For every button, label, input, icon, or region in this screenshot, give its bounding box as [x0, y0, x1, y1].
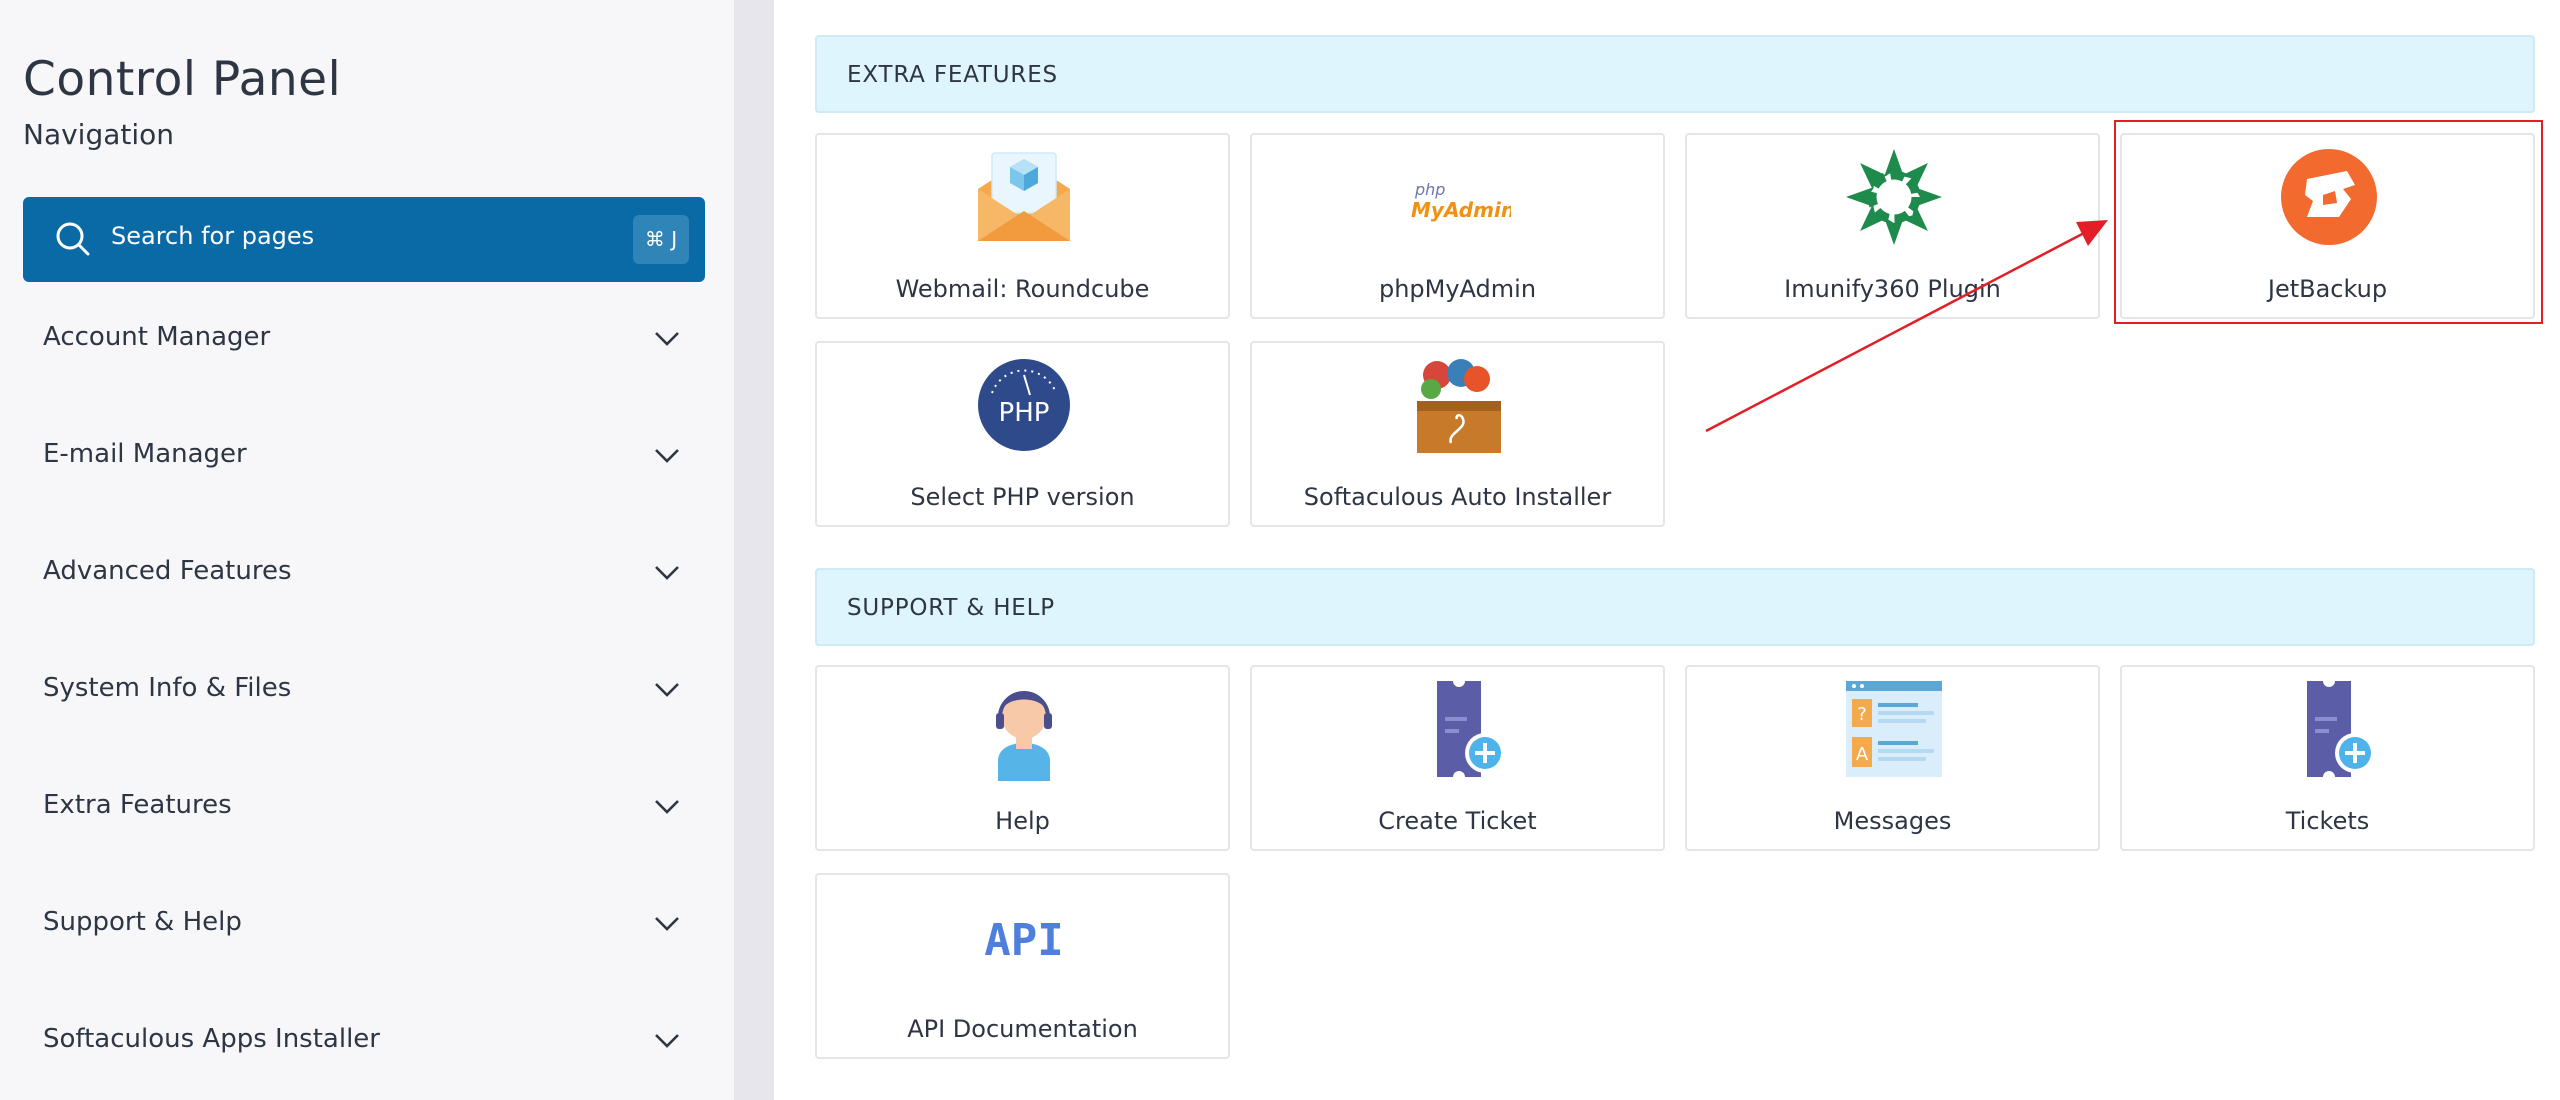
card-label: Imunify360 Plugin [1784, 275, 2001, 303]
card-label: Webmail: Roundcube [895, 275, 1150, 303]
sidebar-item-label: System Info & Files [43, 673, 292, 703]
sidebar-item-label: E-mail Manager [43, 439, 247, 469]
chevron-down-icon [655, 800, 679, 814]
sidebar-item-advanced-features[interactable]: Advanced Features [23, 534, 705, 614]
card-label: Select PHP version [910, 483, 1135, 511]
sidebar-item-system-info[interactable]: System Info & Files [23, 651, 705, 731]
chevron-down-icon [655, 1034, 679, 1048]
card-create-ticket[interactable]: Create Ticket [1250, 665, 1665, 851]
navigation-subtitle: Navigation [23, 118, 175, 151]
section-header-support-help: SUPPORT & HELP [815, 568, 2535, 646]
ticket-add-icon [2307, 681, 2375, 777]
messages-icon: ? A [1846, 681, 1942, 777]
php-logo-text: PHP [999, 398, 1050, 428]
chevron-down-icon [655, 683, 679, 697]
section-header-extra-features: EXTRA FEATURES [815, 35, 2535, 113]
card-label: JetBackup [2267, 275, 2388, 303]
card-tickets[interactable]: Tickets [2120, 665, 2535, 851]
chevron-down-icon [655, 566, 679, 580]
sidebar-item-email-manager[interactable]: E-mail Manager [23, 417, 705, 497]
sidebar-item-account-manager[interactable]: Account Manager [23, 300, 705, 380]
sidebar-item-label: Extra Features [43, 790, 232, 820]
sidebar-item-support-help[interactable]: Support & Help [23, 885, 705, 965]
sidebar-item-extra-features[interactable]: Extra Features [23, 768, 705, 848]
envelope-icon [978, 152, 1070, 241]
card-label: API Documentation [907, 1015, 1138, 1043]
shortcut-badge: ⌘ J [633, 215, 689, 264]
card-label: Create Ticket [1378, 807, 1537, 835]
card-select-php-version[interactable]: PHP Select PHP version [815, 341, 1230, 527]
search-button[interactable]: Search for pages ⌘ J [23, 197, 705, 282]
support-agent-icon [996, 691, 1052, 781]
phpmyadmin-icon: php MyAdmin [1411, 180, 1511, 222]
php-icon: PHP [978, 359, 1070, 451]
search-placeholder: Search for pages [111, 222, 315, 250]
chevron-down-icon [655, 449, 679, 463]
sidebar-item-label: Account Manager [43, 322, 271, 352]
phpmyadmin-logo-bottom: MyAdmin [1411, 198, 1511, 222]
card-label: Softaculous Auto Installer [1303, 483, 1612, 511]
sidebar-item-label: Advanced Features [43, 556, 292, 586]
card-label: phpMyAdmin [1378, 275, 1537, 303]
sidebar-item-label: Softaculous Apps Installer [43, 1024, 380, 1054]
jetbackup-icon [2281, 149, 2377, 245]
card-api-documentation[interactable]: API API Documentation [815, 873, 1230, 1059]
svg-text:?: ? [1857, 704, 1867, 725]
chevron-down-icon [655, 917, 679, 931]
card-label: Messages [1833, 807, 1952, 835]
card-jetbackup[interactable]: JetBackup [2120, 133, 2535, 319]
section-heading: EXTRA FEATURES [847, 62, 1058, 88]
sidebar-item-label: Support & Help [43, 907, 242, 937]
card-softaculous[interactable]: Softaculous Auto Installer [1250, 341, 1665, 527]
scroll-gutter [734, 0, 774, 1100]
chevron-down-icon [655, 332, 679, 346]
card-help[interactable]: Help [815, 665, 1230, 851]
section-heading: SUPPORT & HELP [847, 595, 1055, 621]
card-label: Help [995, 807, 1050, 835]
phpmyadmin-logo-top: php [1414, 180, 1445, 199]
card-phpmyadmin[interactable]: php MyAdmin phpMyAdmin [1250, 133, 1665, 319]
ticket-add-icon [1437, 681, 1505, 777]
card-label: Tickets [2285, 807, 2370, 835]
softaculous-icon [1417, 359, 1501, 453]
svg-text:A: A [1856, 744, 1869, 765]
api-icon: API [984, 915, 1063, 966]
card-webmail-roundcube[interactable]: Webmail: Roundcube [815, 133, 1230, 319]
page-title: Control Panel [23, 52, 342, 107]
sidebar: Control Panel Navigation Search for page… [0, 0, 734, 1100]
card-imunify360[interactable]: Imunify360 Plugin [1685, 133, 2100, 319]
search-icon [56, 222, 90, 256]
imunify360-icon [1846, 149, 1942, 245]
api-logo-text: API [984, 915, 1063, 966]
sidebar-item-softaculous[interactable]: Softaculous Apps Installer [23, 1002, 705, 1082]
card-messages[interactable]: ? A Messages [1685, 665, 2100, 851]
